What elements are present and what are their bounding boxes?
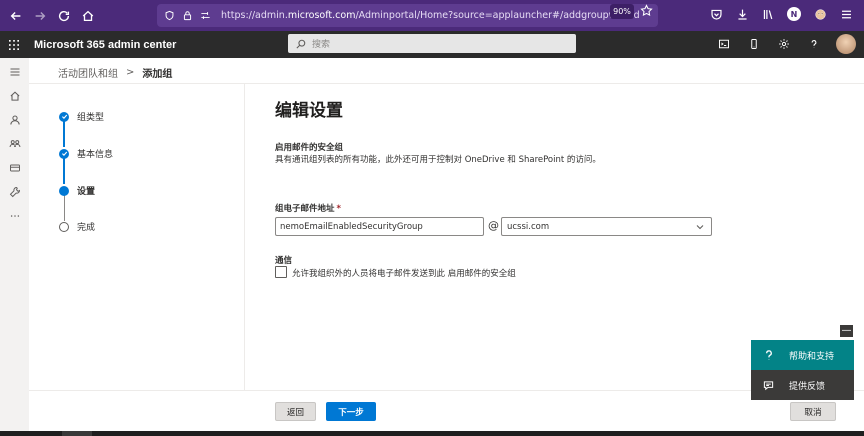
current-step-dot-icon [59,185,69,196]
header-actions [716,34,856,54]
cancel-button[interactable]: 取消 [790,402,836,421]
pocket-icon[interactable] [708,6,724,22]
url-path: /Adminportal/Home?source=applauncher#/ad… [355,10,640,21]
step-label: 设置 [77,187,96,197]
breadcrumb-parent[interactable]: 活动团队和组 [58,65,118,80]
menu-icon[interactable] [838,6,854,22]
section-description: 具有通讯组列表的所有功能，此外还可用于控制对 OneDrive 和 ShareP… [275,155,601,165]
os-taskbar [0,431,864,436]
page-title: 编辑设置 [275,101,343,121]
step-label: 基本信息 [77,150,114,160]
email-alias-field[interactable]: nemoEmailEnabledSecurityGroup [275,217,484,236]
forward-arrow-icon[interactable] [28,4,52,28]
browser-extensions: N [708,6,854,22]
extension-icon[interactable] [812,6,828,22]
user-avatar[interactable] [836,34,856,54]
breadcrumb: 活动团队和组 > 添加组 [58,63,172,81]
email-label-text: 组电子邮件地址 [275,204,335,214]
step-basics[interactable]: 基本信息 [59,147,113,160]
give-feedback-button[interactable]: 提供反馈 [751,370,854,400]
pending-step-circle-icon [59,221,69,232]
nav-more-icon[interactable] [0,204,29,228]
collapse-help-button[interactable]: — [840,325,853,337]
app-title[interactable]: Microsoft 365 admin center [34,39,176,51]
reload-icon[interactable] [52,4,76,28]
profile-initial: N [787,7,801,21]
gear-icon[interactable] [776,34,792,54]
m365-header: Microsoft 365 admin center 搜索 [0,31,864,58]
address-bar[interactable]: https://admin.microsoft.com/Adminportal/… [157,4,658,27]
library-icon[interactable] [760,6,776,22]
help-support-label: 帮助和支持 [789,351,835,362]
allow-external-label[interactable]: 允许我组织外的人员将电子邮件发送到此 启用邮件的安全组 [292,267,516,279]
required-asterisk: * [336,204,341,214]
chevron-down-icon [696,225,704,230]
main-content: 编辑设置 [275,96,835,121]
domain-value: ucssi.com [507,221,550,232]
search-icon [296,39,306,49]
step-label: 组类型 [77,113,105,123]
profile-avatar[interactable]: N [786,6,802,22]
step-settings[interactable]: 设置 [59,184,95,197]
back-arrow-icon[interactable] [4,4,28,28]
nav-billing-icon[interactable] [0,156,29,180]
terminal-icon[interactable] [716,34,732,54]
domain-dropdown[interactable]: ucssi.com [501,217,712,236]
help-question-icon[interactable] [806,34,822,54]
search-placeholder: 搜索 [312,40,331,50]
section-title: 启用邮件的安全组 [275,143,344,153]
nav-home-icon[interactable] [0,84,29,108]
url-prefix: https://admin. [221,10,288,21]
help-support-button[interactable]: 帮助和支持 [751,340,854,370]
step-connector [63,121,65,147]
app-launcher-icon[interactable] [0,31,28,58]
step-label: 完成 [77,223,96,233]
step-connector [64,195,65,221]
step-group-type[interactable]: 组类型 [59,110,104,123]
url-domain: microsoft.com [287,10,356,21]
breadcrumb-current: 添加组 [142,68,173,80]
back-button[interactable]: 返回 [275,402,316,421]
zoom-level-badge[interactable]: 90% [610,4,634,19]
step-finish: 完成 [59,220,95,233]
url-text: https://admin.microsoft.com/Adminportal/… [221,10,640,21]
nav-setup-wrench-icon[interactable] [0,180,29,204]
next-button[interactable]: 下一步 [326,402,376,421]
step-connector [63,158,65,184]
breadcrumb-separator: > [126,66,135,78]
nav-groups-icon[interactable] [0,132,29,156]
permissions-icon[interactable] [199,10,211,22]
left-nav-rail [0,58,29,436]
feedback-icon [761,380,775,391]
communication-title: 通信 [275,256,293,266]
nav-user-icon[interactable] [0,108,29,132]
taskbar-item[interactable] [62,431,92,436]
email-field-label: 组电子邮件地址 * [275,202,341,214]
lock-icon[interactable] [181,10,193,22]
browser-toolbar: https://admin.microsoft.com/Adminportal/… [0,0,864,31]
at-symbol: @ [488,219,499,232]
allow-external-checkbox[interactable] [275,266,287,278]
wizard-steps-panel: 组类型 基本信息 设置 完成 [29,84,245,390]
checkmark-icon [59,111,69,122]
feedback-label: 提供反馈 [789,381,826,392]
home-icon[interactable] [76,4,100,28]
help-agent-icon [761,349,775,361]
search-input[interactable]: 搜索 [288,34,576,53]
bookmark-star-icon[interactable] [640,4,654,18]
download-icon[interactable] [734,6,750,22]
collapse-nav-icon[interactable] [0,60,29,84]
shield-icon[interactable] [163,10,175,22]
footer-divider [29,390,864,391]
mobile-icon[interactable] [746,34,762,54]
checkmark-icon [59,148,69,159]
